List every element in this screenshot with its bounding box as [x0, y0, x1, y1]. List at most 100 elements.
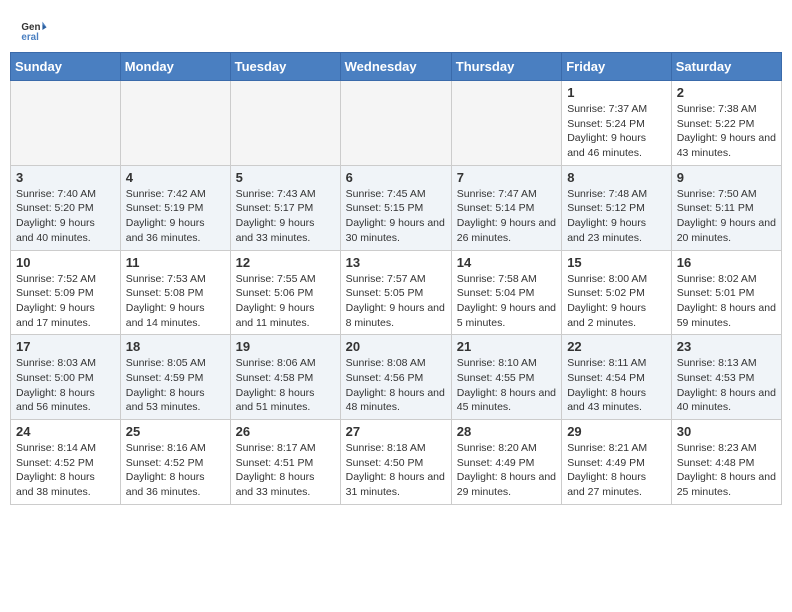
day-number: 30 — [677, 424, 776, 439]
day-number: 3 — [16, 170, 115, 185]
day-number: 14 — [457, 255, 556, 270]
calendar-header-row: SundayMondayTuesdayWednesdayThursdayFrid… — [11, 53, 782, 81]
day-number: 11 — [126, 255, 225, 270]
day-info: Sunrise: 8:17 AM Sunset: 4:51 PM Dayligh… — [236, 441, 335, 500]
day-of-week-header: Thursday — [451, 53, 561, 81]
calendar-cell: 16 Sunrise: 8:02 AM Sunset: 5:01 PM Dayli… — [671, 250, 781, 335]
calendar-week-row: 10Sunrise: 7:52 AM Sunset: 5:09 PM Dayli… — [11, 250, 782, 335]
day-info: Sunrise: 8:00 AM Sunset: 5:02 PM Dayligh… — [567, 272, 666, 331]
day-info: Sunrise: 8:03 AM Sunset: 5:00 PM Dayligh… — [16, 356, 115, 415]
calendar-cell: 7 Sunrise: 7:47 AM Sunset: 5:14 PM Daylig… — [451, 165, 561, 250]
calendar-cell: 17Sunrise: 8:03 AM Sunset: 5:00 PM Dayli… — [11, 335, 121, 420]
day-number: 22 — [567, 339, 666, 354]
calendar-cell: 20 Sunrise: 8:08 AM Sunset: 4:56 PM Dayli… — [340, 335, 451, 420]
day-info: Sunrise: 7:55 AM Sunset: 5:06 PM Dayligh… — [236, 272, 335, 331]
day-info: Sunrise: 8:05 AM Sunset: 4:59 PM Dayligh… — [126, 356, 225, 415]
calendar-cell: 12 Sunrise: 7:55 AM Sunset: 5:06 PM Dayli… — [230, 250, 340, 335]
day-number: 25 — [126, 424, 225, 439]
day-number: 12 — [236, 255, 335, 270]
calendar-week-row: 24 Sunrise: 8:14 AM Sunset: 4:52 PM Dayli… — [11, 420, 782, 505]
day-number: 24 — [16, 424, 115, 439]
calendar-week-row: 3 Sunrise: 7:40 AM Sunset: 5:20 PM Daylig… — [11, 165, 782, 250]
calendar-cell: 6Sunrise: 7:45 AM Sunset: 5:15 PM Daylig… — [340, 165, 451, 250]
day-of-week-header: Saturday — [671, 53, 781, 81]
calendar-cell — [11, 81, 121, 166]
day-number: 21 — [457, 339, 556, 354]
day-number: 7 — [457, 170, 556, 185]
calendar-week-row: 17Sunrise: 8:03 AM Sunset: 5:00 PM Dayli… — [11, 335, 782, 420]
calendar-cell — [230, 81, 340, 166]
day-of-week-header: Monday — [120, 53, 230, 81]
day-number: 18 — [126, 339, 225, 354]
svg-text:eral: eral — [21, 32, 39, 43]
day-info: Sunrise: 7:58 AM Sunset: 5:04 PM Dayligh… — [457, 272, 556, 331]
calendar-cell: 9 Sunrise: 7:50 AM Sunset: 5:11 PM Daylig… — [671, 165, 781, 250]
day-info: Sunrise: 8:16 AM Sunset: 4:52 PM Dayligh… — [126, 441, 225, 500]
calendar-table: SundayMondayTuesdayWednesdayThursdayFrid… — [10, 52, 782, 505]
day-info: Sunrise: 7:38 AM Sunset: 5:22 PM Dayligh… — [677, 102, 776, 161]
day-info: Sunrise: 8:02 AM Sunset: 5:01 PM Dayligh… — [677, 272, 776, 331]
day-number: 16 — [677, 255, 776, 270]
day-number: 4 — [126, 170, 225, 185]
day-number: 27 — [346, 424, 446, 439]
day-info: Sunrise: 7:48 AM Sunset: 5:12 PM Dayligh… — [567, 187, 666, 246]
calendar-cell: 3 Sunrise: 7:40 AM Sunset: 5:20 PM Daylig… — [11, 165, 121, 250]
day-info: Sunrise: 8:20 AM Sunset: 4:49 PM Dayligh… — [457, 441, 556, 500]
day-number: 26 — [236, 424, 335, 439]
calendar-cell: 25 Sunrise: 8:16 AM Sunset: 4:52 PM Dayli… — [120, 420, 230, 505]
calendar-cell: 10Sunrise: 7:52 AM Sunset: 5:09 PM Dayli… — [11, 250, 121, 335]
day-number: 10 — [16, 255, 115, 270]
day-info: Sunrise: 8:11 AM Sunset: 4:54 PM Dayligh… — [567, 356, 666, 415]
day-info: Sunrise: 8:08 AM Sunset: 4:56 PM Dayligh… — [346, 356, 446, 415]
day-info: Sunrise: 7:50 AM Sunset: 5:11 PM Dayligh… — [677, 187, 776, 246]
logo-icon: Gen eral — [20, 16, 48, 44]
calendar-cell: 13 Sunrise: 7:57 AM Sunset: 5:05 PM Dayli… — [340, 250, 451, 335]
day-info: Sunrise: 8:10 AM Sunset: 4:55 PM Dayligh… — [457, 356, 556, 415]
day-number: 23 — [677, 339, 776, 354]
day-info: Sunrise: 7:42 AM Sunset: 5:19 PM Dayligh… — [126, 187, 225, 246]
calendar-cell: 18 Sunrise: 8:05 AM Sunset: 4:59 PM Dayli… — [120, 335, 230, 420]
calendar-week-row: 1 Sunrise: 7:37 AM Sunset: 5:24 PM Daylig… — [11, 81, 782, 166]
day-info: Sunrise: 8:14 AM Sunset: 4:52 PM Dayligh… — [16, 441, 115, 500]
day-number: 19 — [236, 339, 335, 354]
day-info: Sunrise: 7:47 AM Sunset: 5:14 PM Dayligh… — [457, 187, 556, 246]
page-header: Gen eral — [0, 0, 792, 52]
calendar-cell: 2 Sunrise: 7:38 AM Sunset: 5:22 PM Daylig… — [671, 81, 781, 166]
day-of-week-header: Friday — [562, 53, 672, 81]
calendar-body: 1 Sunrise: 7:37 AM Sunset: 5:24 PM Daylig… — [11, 81, 782, 505]
calendar-cell: 27 Sunrise: 8:18 AM Sunset: 4:50 PM Dayli… — [340, 420, 451, 505]
day-number: 28 — [457, 424, 556, 439]
day-info: Sunrise: 8:13 AM Sunset: 4:53 PM Dayligh… — [677, 356, 776, 415]
day-number: 13 — [346, 255, 446, 270]
calendar-cell — [340, 81, 451, 166]
calendar-cell: 11 Sunrise: 7:53 AM Sunset: 5:08 PM Dayli… — [120, 250, 230, 335]
day-number: 20 — [346, 339, 446, 354]
day-number: 6 — [346, 170, 446, 185]
calendar-cell: 26 Sunrise: 8:17 AM Sunset: 4:51 PM Dayli… — [230, 420, 340, 505]
calendar-cell: 4 Sunrise: 7:42 AM Sunset: 5:19 PM Daylig… — [120, 165, 230, 250]
calendar-cell: 14 Sunrise: 7:58 AM Sunset: 5:04 PM Dayli… — [451, 250, 561, 335]
day-number: 9 — [677, 170, 776, 185]
calendar-cell — [451, 81, 561, 166]
day-of-week-header: Sunday — [11, 53, 121, 81]
calendar-cell: 24 Sunrise: 8:14 AM Sunset: 4:52 PM Dayli… — [11, 420, 121, 505]
day-info: Sunrise: 7:40 AM Sunset: 5:20 PM Dayligh… — [16, 187, 115, 246]
calendar-cell: 1 Sunrise: 7:37 AM Sunset: 5:24 PM Daylig… — [562, 81, 672, 166]
calendar-cell: 15 Sunrise: 8:00 AM Sunset: 5:02 PM Dayli… — [562, 250, 672, 335]
day-info: Sunrise: 7:37 AM Sunset: 5:24 PM Dayligh… — [567, 102, 666, 161]
calendar-cell: 22 Sunrise: 8:11 AM Sunset: 4:54 PM Dayli… — [562, 335, 672, 420]
day-info: Sunrise: 7:53 AM Sunset: 5:08 PM Dayligh… — [126, 272, 225, 331]
calendar-cell: 28 Sunrise: 8:20 AM Sunset: 4:49 PM Dayli… — [451, 420, 561, 505]
day-number: 2 — [677, 85, 776, 100]
day-number: 15 — [567, 255, 666, 270]
calendar-cell: 23 Sunrise: 8:13 AM Sunset: 4:53 PM Dayli… — [671, 335, 781, 420]
calendar-cell — [120, 81, 230, 166]
day-info: Sunrise: 8:18 AM Sunset: 4:50 PM Dayligh… — [346, 441, 446, 500]
day-number: 1 — [567, 85, 666, 100]
day-info: Sunrise: 8:21 AM Sunset: 4:49 PM Dayligh… — [567, 441, 666, 500]
calendar-cell: 19Sunrise: 8:06 AM Sunset: 4:58 PM Dayli… — [230, 335, 340, 420]
day-of-week-header: Tuesday — [230, 53, 340, 81]
calendar-cell: 8Sunrise: 7:48 AM Sunset: 5:12 PM Daylig… — [562, 165, 672, 250]
day-number: 29 — [567, 424, 666, 439]
day-info: Sunrise: 7:57 AM Sunset: 5:05 PM Dayligh… — [346, 272, 446, 331]
